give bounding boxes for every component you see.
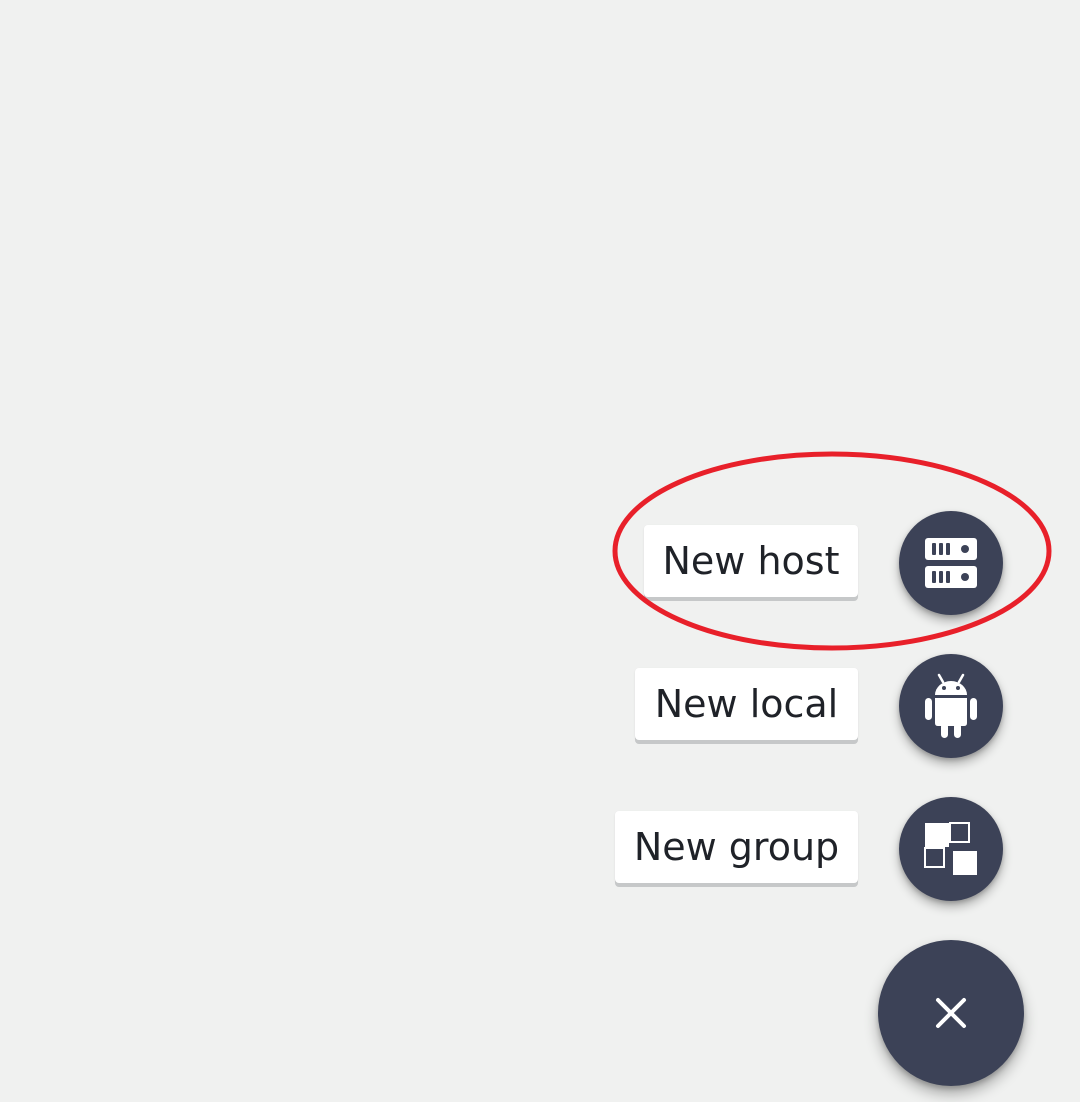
new-group-label[interactable]: New group: [615, 811, 858, 883]
new-host-button[interactable]: [899, 511, 1003, 615]
close-menu-button[interactable]: [878, 940, 1024, 1086]
new-group-button[interactable]: [899, 797, 1003, 901]
android-icon: [923, 673, 979, 739]
new-host-label[interactable]: New host: [644, 525, 858, 597]
close-icon: [934, 996, 968, 1030]
group-squares-icon: [923, 821, 979, 877]
new-local-label[interactable]: New local: [635, 668, 858, 740]
server-icon: [923, 535, 979, 591]
new-local-button[interactable]: [899, 654, 1003, 758]
